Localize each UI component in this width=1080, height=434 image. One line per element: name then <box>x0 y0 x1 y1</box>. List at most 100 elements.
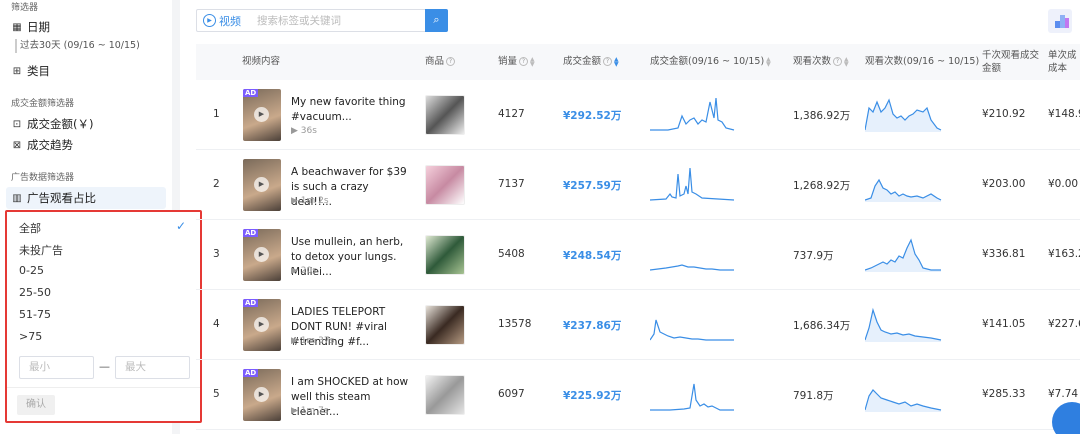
views-sparkline <box>865 238 941 272</box>
video-thumbnail[interactable]: AD ▶ <box>243 369 281 421</box>
product-image[interactable] <box>425 235 465 275</box>
views-value: 737.9万 <box>793 250 834 262</box>
ad-filter-section-title: 广告数据筛选器 <box>11 173 75 183</box>
help-icon[interactable]: ? <box>519 57 529 66</box>
sales-value: 13578 <box>498 318 532 330</box>
gmv-value: ¥248.54万 <box>563 250 622 262</box>
option-0-25[interactable]: 0-25 <box>19 264 44 277</box>
video-duration: ▶ 1m 7s <box>291 406 329 416</box>
header-views-trend: 观看次数(09/16 ~ 10/15) <box>865 56 980 67</box>
ad-badge: AD <box>243 89 259 97</box>
option-51-75[interactable]: 51-75 <box>19 308 51 321</box>
filter-section-title: 筛选器 <box>11 3 39 13</box>
rank-number: 5 <box>213 388 220 400</box>
sort-icon[interactable]: ▲ ▼ <box>766 56 771 67</box>
date-label: 日期 <box>27 20 50 34</box>
sidebar-item-gmv[interactable]: ⊡ 成交金额(￥) <box>11 116 94 132</box>
header-cpc: 单次成 成本 <box>1048 49 1077 75</box>
sidebar-item-gmv-trend[interactable]: ⊠ 成交趋势 <box>11 137 73 153</box>
rank-number: 4 <box>213 318 220 330</box>
help-icon[interactable]: ? <box>446 57 456 66</box>
header-video: 视频内容 <box>242 56 281 67</box>
header-gmv[interactable]: 成交金额? ▲ ▼ <box>563 44 619 80</box>
video-thumbnail[interactable]: ▶ <box>243 159 281 211</box>
views-sparkline <box>865 389 942 412</box>
header-gmv-trend-label: 成交金额(09/16 ~ 10/15) <box>650 56 765 67</box>
cpc-value: ¥163.2 <box>1048 248 1080 260</box>
search-input[interactable]: 搜索标签或关键词 <box>251 13 425 28</box>
search-button[interactable]: ⌕ <box>425 9 448 32</box>
gmv-sparkline <box>650 264 734 271</box>
play-icon: ▶ <box>254 247 269 262</box>
cpc-value: ¥0.00 <box>1048 178 1079 190</box>
search-icon: ⌕ <box>433 13 440 26</box>
ad-ratio-label: 广告观看占比 <box>27 191 96 205</box>
rank-number: 1 <box>213 108 220 120</box>
views-value: 1,268.92万 <box>793 180 851 192</box>
cpm-value: ¥203.00 <box>982 178 1026 190</box>
sidebar-item-ad-ratio[interactable]: ▥ 广告观看占比 <box>6 187 166 209</box>
range-dash: — <box>99 360 110 373</box>
table-row[interactable]: 4 AD ▶ LADIES TELEPORT DONT RUN! #viral #… <box>196 290 1080 360</box>
video-thumbnail[interactable]: AD ▶ <box>243 89 281 141</box>
cube-logo-icon[interactable] <box>1048 9 1072 33</box>
product-image[interactable] <box>425 375 465 415</box>
cpc-value: ¥148.9 <box>1048 108 1080 120</box>
views-value: 791.8万 <box>793 390 834 402</box>
table-header: 视频内容 商品? 销量? ▲ ▼ 成交金额? ▲ ▼ 成交金额(09/16 ~ 10/1… <box>196 44 1080 80</box>
header-sales[interactable]: 销量? ▲ ▼ <box>498 44 535 80</box>
video-type-button[interactable]: ▶ 视频 <box>197 13 251 29</box>
sidebar-item-date[interactable]: ▦ 日期 <box>11 19 50 35</box>
header-views[interactable]: 观看次数? ▲ ▼ <box>793 44 849 80</box>
table-row[interactable]: 1 AD ▶ My new favorite thing #vacuum... ▶… <box>196 80 1080 150</box>
option-no-ads[interactable]: 未投广告 <box>19 242 63 258</box>
min-input[interactable]: 最小 <box>19 356 94 379</box>
sort-icon[interactable]: ▲ ▼ <box>844 56 849 67</box>
table-row[interactable]: 3 AD ▶ Use mullein, an herb, to detox you… <box>196 220 1080 290</box>
views-value: 1,386.92万 <box>793 110 851 122</box>
cpm-value: ¥141.05 <box>982 318 1026 330</box>
sales-value: 7137 <box>498 178 525 190</box>
date-range-value[interactable]: 过去30天 (09/16 ~ 10/15) <box>15 39 140 53</box>
video-thumbnail[interactable]: AD ▶ <box>243 229 281 281</box>
header-cpm: 千次观看成交 金额 <box>982 49 1039 75</box>
max-input[interactable]: 最大 <box>115 356 190 379</box>
table-row[interactable]: 5 AD ▶ I am SHOCKED at how well this stea… <box>196 360 1080 430</box>
video-thumbnail[interactable]: AD ▶ <box>243 299 281 351</box>
product-image[interactable] <box>425 95 465 135</box>
views-sparkline <box>865 98 942 132</box>
video-title[interactable]: My new favorite thing #vacuum... <box>291 95 411 125</box>
product-image[interactable] <box>425 305 465 345</box>
header-gmv-label: 成交金额 <box>563 56 602 67</box>
search-bar: ▶ 视频 搜索标签或关键词 ⌕ <box>196 9 448 32</box>
product-image[interactable] <box>425 165 465 205</box>
gmv-trend-label: 成交趋势 <box>27 138 73 152</box>
cpc-value: ¥7.74 <box>1048 388 1079 400</box>
sidebar-item-category[interactable]: ⊞ 类目 <box>11 63 50 79</box>
option-25-50[interactable]: 25-50 <box>19 286 51 299</box>
ad-badge: AD <box>243 369 259 377</box>
gmv-value: ¥257.59万 <box>563 180 622 192</box>
checkmark-icon: ✓ <box>175 219 186 233</box>
confirm-button[interactable]: 确认 <box>17 395 55 415</box>
table-row[interactable]: 2 ▶ A beachwaver for $39 is such a crazy… <box>196 150 1080 220</box>
gmv-label: 成交金额(￥) <box>27 117 94 131</box>
ad-badge: AD <box>243 299 259 307</box>
option-all[interactable]: 全部 <box>19 220 41 236</box>
option-over-75[interactable]: >75 <box>19 330 42 343</box>
help-icon[interactable]: ? <box>833 57 843 66</box>
ad-ratio-dropdown: 全部 ✓ 未投广告 0-25 25-50 51-75 >75 最小 — 最大 确… <box>5 210 202 423</box>
header-gmv-trend: 成交金额(09/16 ~ 10/15) ▲ ▼ <box>650 44 771 80</box>
sort-desc-icon[interactable]: ▲ ▼ <box>614 56 619 67</box>
views-sparkline <box>865 307 942 342</box>
views-sparkline <box>865 178 942 202</box>
help-icon[interactable]: ? <box>603 57 613 66</box>
play-icon: ▶ <box>254 177 269 192</box>
sort-icon[interactable]: ▲ ▼ <box>530 56 535 67</box>
sales-value: 5408 <box>498 248 525 260</box>
gmv-sparkline <box>650 167 735 201</box>
header-cpc-line1: 单次成 <box>1048 50 1077 61</box>
video-type-label: 视频 <box>219 14 241 28</box>
rank-number: 3 <box>213 248 220 260</box>
gmv-filter-section-title: 成交金额筛选器 <box>11 99 75 109</box>
